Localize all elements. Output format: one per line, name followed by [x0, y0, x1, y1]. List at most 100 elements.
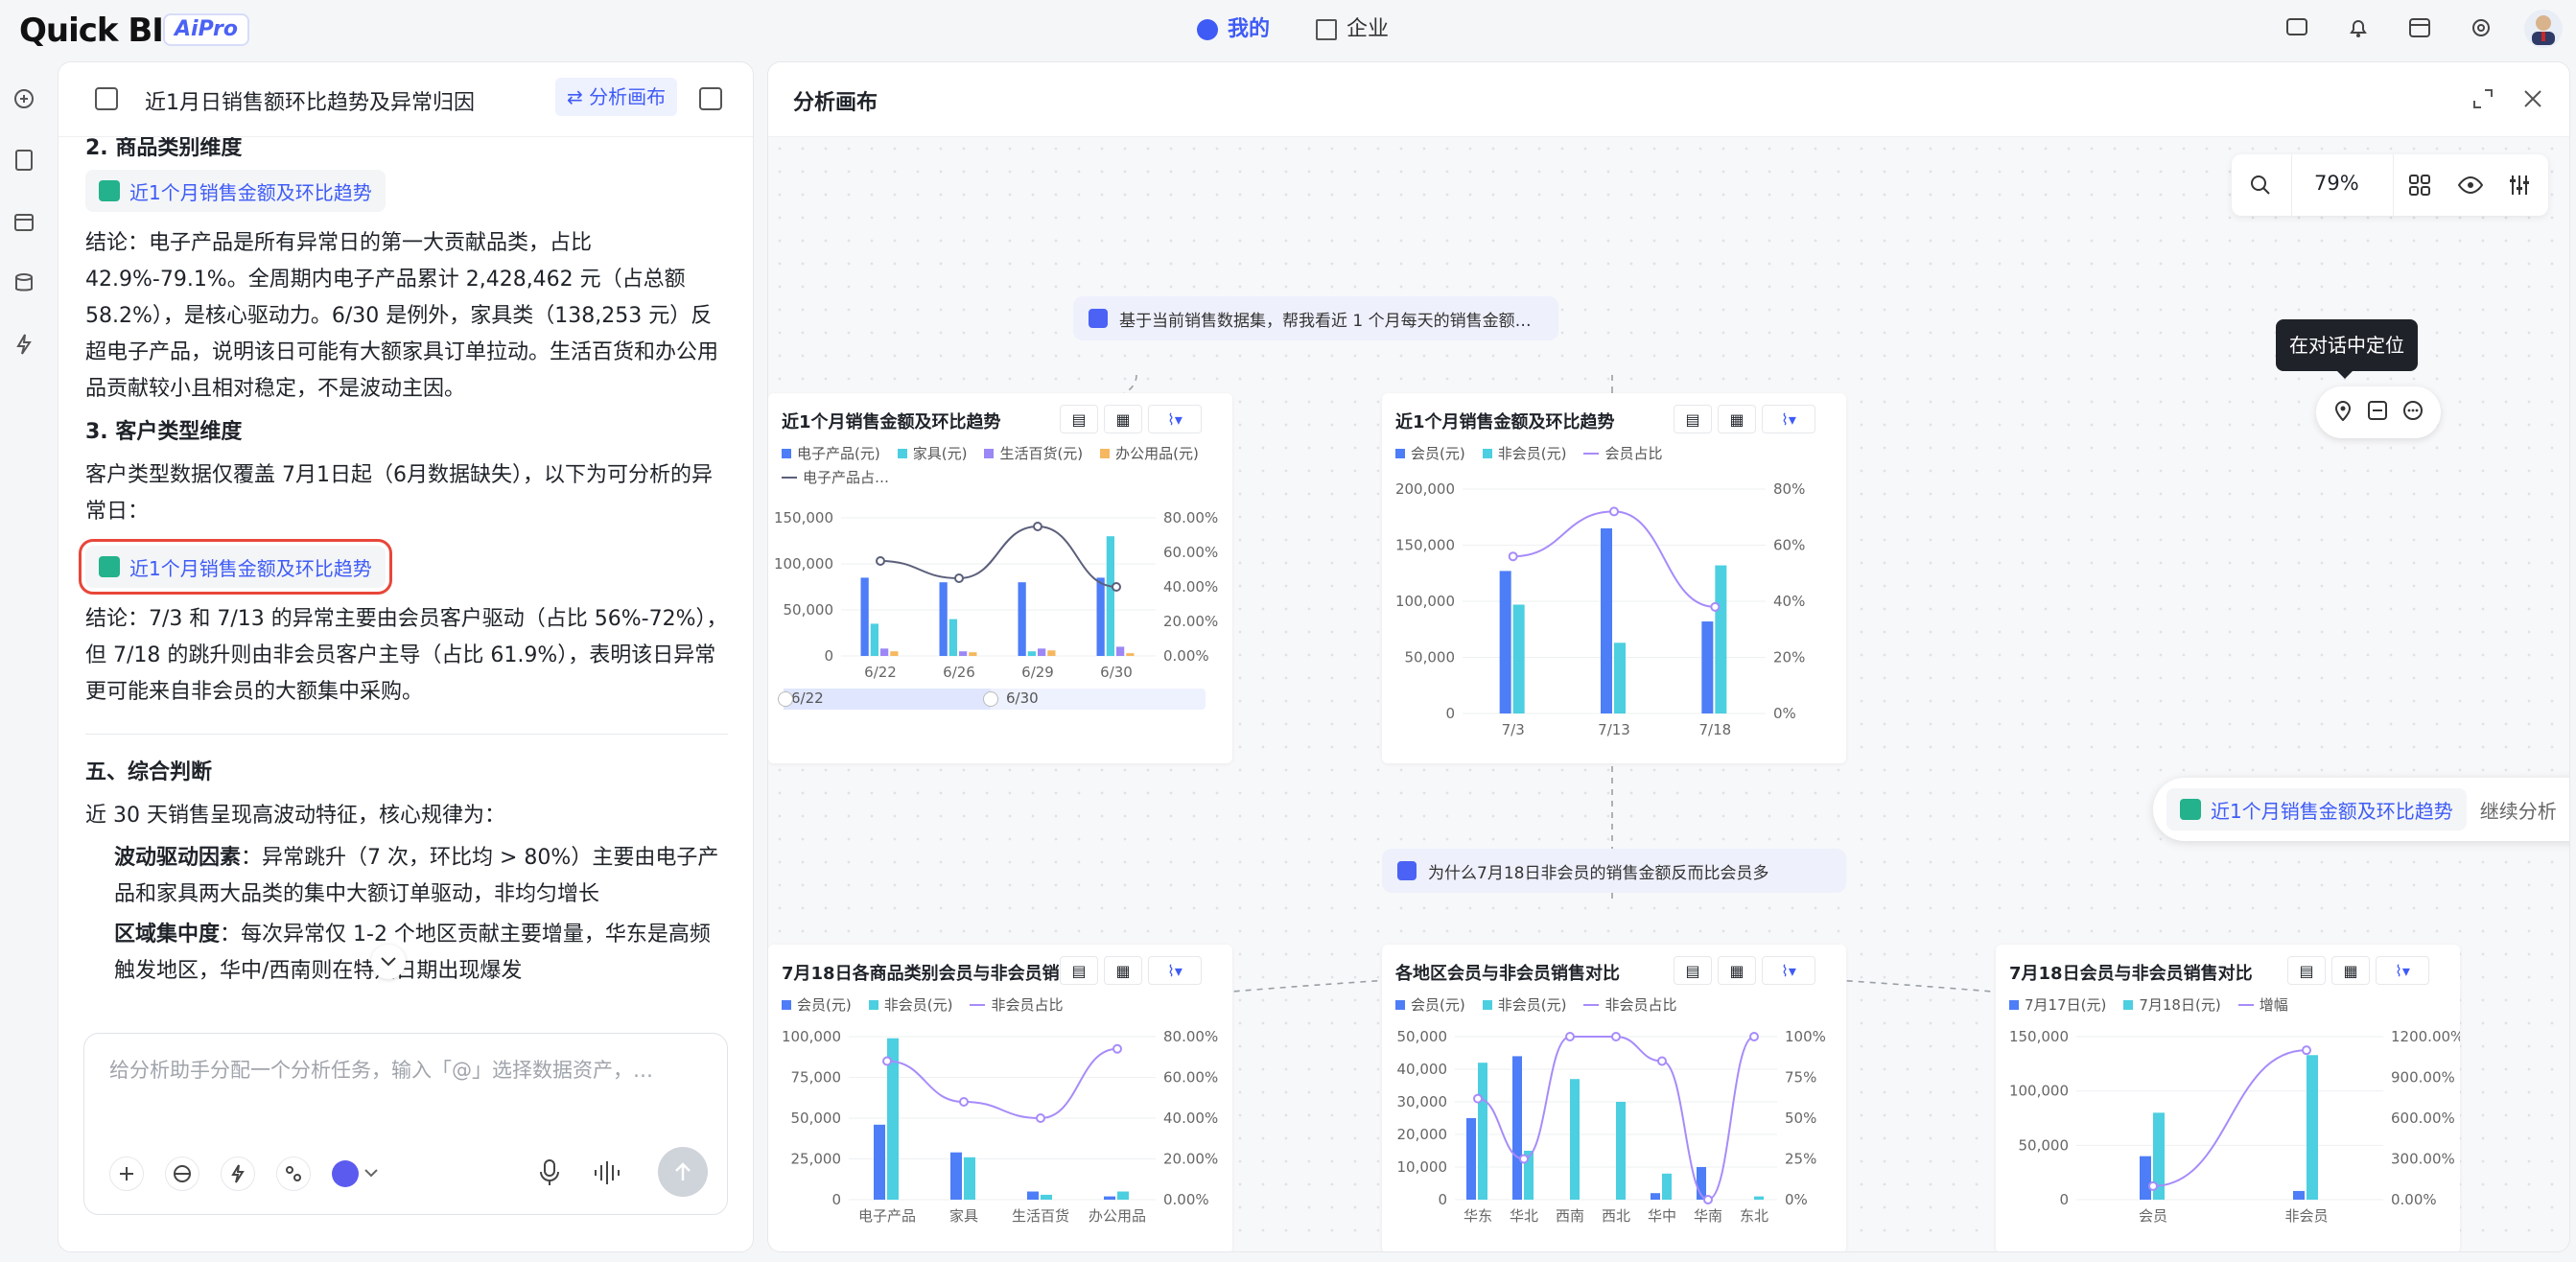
- chart-type-dropdown[interactable]: ⌇▾: [1762, 405, 1815, 433]
- line-point: [1710, 601, 1721, 612]
- bar: [1018, 582, 1026, 656]
- voice-wave-icon[interactable]: [593, 1160, 621, 1189]
- series-line: [886, 1047, 1118, 1120]
- left-rail: [0, 59, 48, 1262]
- slider-handle-end[interactable]: [983, 691, 998, 707]
- chat-messages[interactable]: 2. 商品类别维度 近1个月销售金额及环比趋势 结论：电子产品是所有异常日的第一…: [59, 137, 753, 1087]
- legend-item[interactable]: 会员(元): [1395, 994, 1465, 1015]
- more-icon[interactable]: [2402, 400, 2424, 425]
- bar: [880, 648, 889, 656]
- table-icon[interactable]: ▦: [1718, 405, 1756, 433]
- app-logo[interactable]: Quick BI: [19, 12, 164, 50]
- globe-icon[interactable]: [165, 1157, 199, 1191]
- sidebar-toggle-icon[interactable]: [95, 87, 118, 110]
- x-tick-label: 生活百货: [1012, 1207, 1069, 1225]
- legend-item[interactable]: 7月17日(元): [2009, 994, 2106, 1015]
- toolkit-icon[interactable]: [276, 1157, 311, 1191]
- gear-icon[interactable]: [2467, 13, 2495, 42]
- chart-card[interactable]: 各地区会员与非会员销售对比 ▤ ▦ ⌇▾ 会员(元) 非会员(元) 非会员占比 50…: [1382, 945, 1846, 1251]
- bell-icon[interactable]: [2344, 13, 2373, 42]
- document-icon[interactable]: [12, 148, 36, 173]
- legend-item[interactable]: 会员(元): [1395, 443, 1465, 463]
- legend-label: 会员(元): [797, 996, 852, 1014]
- avatar[interactable]: [2524, 10, 2563, 48]
- chat-input[interactable]: 给分析助手分配一个分析任务，输入「@」选择数据资产，…: [109, 1055, 704, 1084]
- collapse-icon[interactable]: [2367, 400, 2388, 425]
- terminal-icon[interactable]: [2283, 13, 2311, 42]
- tab-enterprise[interactable]: 企业: [1316, 13, 1389, 46]
- new-chat-icon[interactable]: [12, 86, 36, 111]
- x-tick-label: 西北: [1602, 1207, 1630, 1225]
- chart-type-dropdown[interactable]: ⌇▾: [1148, 405, 1202, 433]
- chart-icon: [99, 180, 120, 201]
- chart-title: 近1个月销售金额及环比趋势: [782, 412, 1001, 432]
- dashboard-icon[interactable]: [2405, 13, 2434, 42]
- line-point: [2302, 1045, 2311, 1056]
- insight-icon[interactable]: ▤: [1674, 405, 1712, 433]
- chat-panel: 近1月日销售额环比趋势及异常归因 ⇄ 分析画布 2. 商品类别维度 近1个月销售…: [58, 61, 754, 1252]
- slider-handle-start[interactable]: [778, 691, 793, 707]
- top-bar: Quick BI AiPro 我的 企业: [0, 0, 2576, 59]
- legend-item[interactable]: 办公用品(元): [1100, 443, 1199, 463]
- tab-mine[interactable]: 我的: [1197, 13, 1270, 46]
- add-icon[interactable]: [109, 1157, 144, 1191]
- y2-tick-label: 75%: [1785, 1069, 1816, 1087]
- chart-card[interactable]: 7月18日各商品类别会员与非会员销售… ▤ ▦ ⌇▾ 会员(元) 非会员(元) 非会…: [768, 945, 1232, 1251]
- legend-item[interactable]: 增幅: [2237, 994, 2288, 1015]
- insight-icon[interactable]: ▤: [1060, 956, 1098, 985]
- legend-item[interactable]: 7月18日(元): [2123, 994, 2221, 1015]
- chart-type-dropdown[interactable]: ⌇▾: [1148, 956, 1202, 985]
- model-select[interactable]: [332, 1160, 378, 1187]
- legend-item[interactable]: 家具(元): [897, 443, 967, 463]
- share-icon[interactable]: [699, 87, 722, 110]
- table-icon[interactable]: ▦: [1104, 405, 1142, 433]
- chart-type-dropdown[interactable]: ⌇▾: [2376, 956, 2429, 985]
- chart-card[interactable]: 近1个月销售金额及环比趋势 ▤ ▦ ⌇▾ 会员(元) 非会员(元) 会员占比 200…: [1382, 393, 1846, 763]
- lightning-icon[interactable]: [12, 332, 36, 357]
- chart-chip-selected[interactable]: 近1个月销售金额及环比趋势: [79, 539, 392, 595]
- location-pin-icon[interactable]: [2333, 400, 2353, 425]
- insight-icon[interactable]: ▤: [2287, 956, 2326, 985]
- legend-item[interactable]: 非会员(元): [868, 994, 952, 1015]
- question-bubble[interactable]: 基于当前销售数据集，帮我看近 1 个月每天的销售金额…: [1073, 296, 1558, 340]
- chart-card[interactable]: 近1个月销售金额及环比趋势 ▤ ▦ ⌇▾ 电子产品(元) 家具(元) 生活百货(元)…: [768, 393, 1232, 763]
- legend-item[interactable]: 会员占比: [1583, 443, 1662, 463]
- legend-item[interactable]: 电子产品占…: [782, 467, 889, 487]
- lightning-icon[interactable]: [221, 1157, 255, 1191]
- analysis-canvas-button[interactable]: ⇄ 分析画布: [555, 78, 678, 116]
- legend-item[interactable]: 非会员(元): [1482, 443, 1566, 463]
- microphone-icon[interactable]: [539, 1158, 560, 1191]
- line-point: [1657, 1056, 1667, 1066]
- x-tick-label: 7/3: [1502, 721, 1525, 738]
- insight-icon[interactable]: ▤: [1060, 405, 1098, 433]
- legend-item[interactable]: 会员(元): [782, 994, 852, 1015]
- chart-card[interactable]: 7月18日会员与非会员销售对比 ▤ ▦ ⌇▾ 7月17日(元) 7月18日(元) 增…: [1996, 945, 2460, 1251]
- chart-chip[interactable]: 近1个月销售金额及环比趋势: [2166, 788, 2467, 830]
- table-icon[interactable]: ▦: [1104, 956, 1142, 985]
- question-bubble[interactable]: 为什么7月18日非会员的销售金额反而比会员多: [1382, 849, 1846, 893]
- chart-chip[interactable]: 近1个月销售金额及环比趋势: [85, 170, 386, 212]
- line-point: [882, 1056, 892, 1066]
- insight-icon[interactable]: ▤: [1674, 956, 1712, 985]
- legend-item[interactable]: 非会员占比: [970, 994, 1063, 1015]
- scroll-down-icon[interactable]: [371, 945, 406, 979]
- database-icon[interactable]: [12, 270, 36, 295]
- send-button[interactable]: [658, 1147, 708, 1197]
- y-tick-label: 100,000: [774, 555, 833, 573]
- table-icon[interactable]: ▦: [2331, 956, 2370, 985]
- range-slider[interactable]: 6/22 6/30: [778, 689, 1206, 710]
- x-tick-label: 华北: [1510, 1207, 1538, 1225]
- y2-tick-label: 40.00%: [1163, 578, 1218, 596]
- legend-item[interactable]: 电子产品(元): [782, 443, 880, 463]
- legend-item[interactable]: 生活百货(元): [984, 443, 1083, 463]
- continue-analysis-node[interactable]: 近1个月销售金额及环比趋势 继续分析: [2153, 778, 2569, 841]
- legend-item[interactable]: 非会员占比: [1583, 994, 1676, 1015]
- calendar-icon[interactable]: [12, 209, 36, 234]
- line-point: [1519, 1154, 1529, 1164]
- chart-type-dropdown[interactable]: ⌇▾: [1762, 956, 1815, 985]
- table-icon[interactable]: ▦: [1718, 956, 1756, 985]
- legend-item[interactable]: 非会员(元): [1482, 994, 1567, 1015]
- line-point: [1473, 1093, 1483, 1104]
- y-tick-label: 75,000: [791, 1069, 842, 1087]
- legend-label: 非会员(元): [1497, 996, 1567, 1014]
